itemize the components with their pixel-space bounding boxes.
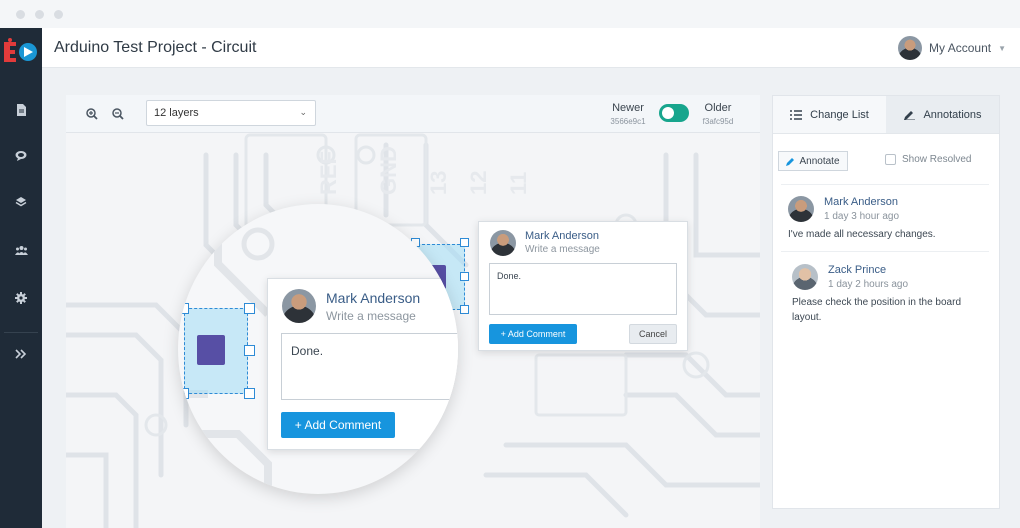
show-resolved-label: Show Resolved	[902, 154, 972, 165]
resize-handle[interactable]	[460, 238, 469, 247]
window-maximize-dot[interactable]	[54, 10, 63, 19]
newer-hash: 3566e9c1	[610, 117, 646, 126]
comment-author[interactable]: Zack Prince	[828, 264, 886, 276]
app-header: Arduino Test Project - Circuit My Accoun…	[42, 28, 1020, 68]
comment-item[interactable]: Zack Prince 1 day 2 hours ago Please che…	[792, 264, 992, 334]
comment-popup-large: Mark Anderson Write a message Done. + Ad…	[267, 278, 458, 450]
comment-text: I've made all necessary changes.	[788, 229, 936, 240]
older-hash: f3afc95d	[702, 117, 734, 126]
panel-tabs: Change List Annotations	[773, 96, 999, 134]
panel-divider	[781, 251, 989, 252]
show-resolved-checkbox[interactable]	[885, 154, 896, 165]
resize-handle[interactable]	[244, 303, 255, 314]
comment-popup-small: Mark Anderson Write a message Done. + Ad…	[478, 221, 688, 351]
add-comment-button[interactable]: + Add Comment	[281, 412, 395, 438]
list-icon	[790, 109, 803, 120]
chip-component-magnified[interactable]	[197, 335, 225, 365]
sidebar-divider	[4, 332, 38, 333]
newer-version[interactable]: Newer 3566e9c1	[606, 102, 650, 126]
tab-annotations[interactable]: Annotations	[886, 96, 999, 133]
tab-label: Annotations	[923, 108, 982, 121]
canvas-toolbar: 12 layers ⌄ Newer 3566e9c1 Older f3afc95…	[66, 95, 760, 133]
layers-select-value: 12 layers	[154, 107, 199, 119]
svg-text:11: 11	[506, 172, 531, 195]
popup-message-input[interactable]: Done.	[281, 333, 458, 400]
svg-text:12: 12	[466, 171, 491, 195]
zoom-out-icon[interactable]	[110, 106, 126, 122]
annotate-label: Annotate	[799, 155, 840, 167]
popup-author: Mark Anderson	[326, 290, 421, 306]
chevron-down-icon: ⌄	[299, 107, 307, 117]
window-minimize-dot[interactable]	[35, 10, 44, 19]
comment-item[interactable]: Mark Anderson 1 day 3 hour ago I've made…	[788, 196, 988, 246]
gear-icon[interactable]	[11, 288, 31, 308]
resize-handle[interactable]	[178, 303, 189, 314]
chevron-down-icon: ▼	[998, 43, 1006, 53]
comment-author[interactable]: Mark Anderson	[824, 196, 898, 208]
popup-avatar	[490, 230, 516, 256]
account-avatar	[898, 36, 923, 60]
annotate-button[interactable]: Annotate	[778, 151, 848, 171]
component-selection-large[interactable]	[184, 308, 248, 394]
comment-time: 1 day 3 hour ago	[824, 211, 900, 222]
toggle-knob	[662, 107, 674, 119]
zoom-in-icon[interactable]	[84, 106, 100, 122]
svg-text:13: 13	[426, 171, 451, 195]
document-icon[interactable]	[11, 100, 31, 120]
comment-avatar	[792, 264, 818, 290]
add-comment-button[interactable]: + Add Comment	[489, 324, 577, 344]
popup-message-input[interactable]: Done.	[489, 263, 677, 315]
show-resolved-toggle[interactable]: Show Resolved	[885, 154, 971, 165]
comment-time: 1 day 2 hours ago	[828, 279, 909, 290]
resize-handle[interactable]	[178, 388, 189, 399]
window-titlebar	[0, 0, 1020, 28]
annotations-panel: Change List Annotations Annotate Show Re…	[772, 95, 1000, 509]
tab-change-list[interactable]: Change List	[773, 96, 886, 133]
resize-handle[interactable]	[460, 272, 469, 281]
svg-text:REF: REF	[316, 151, 341, 195]
resize-handle[interactable]	[460, 305, 469, 314]
layers-icon[interactable]	[11, 192, 31, 212]
older-version[interactable]: Older f3afc95d	[696, 102, 740, 126]
pencil-icon	[786, 157, 795, 166]
account-label: My Account	[929, 41, 992, 55]
expand-icon[interactable]	[11, 344, 31, 364]
resize-handle[interactable]	[244, 388, 255, 399]
app-logo	[4, 38, 37, 62]
magnifier-lens: Mark Anderson Write a message Done. + Ad…	[178, 204, 458, 494]
pen-icon	[904, 111, 916, 120]
older-label: Older	[704, 102, 732, 114]
chat-icon[interactable]	[11, 146, 31, 166]
popup-author: Mark Anderson	[525, 230, 599, 242]
cancel-button[interactable]: Cancel	[629, 324, 677, 344]
comment-text: Please check the position in the board l…	[792, 297, 961, 323]
panel-divider	[781, 184, 989, 185]
newer-label: Newer	[612, 102, 644, 114]
popup-avatar	[282, 289, 316, 323]
account-menu[interactable]: My Account ▼	[898, 36, 1006, 60]
layers-select[interactable]: 12 layers ⌄	[146, 100, 316, 126]
page-title: Arduino Test Project - Circuit	[54, 39, 257, 56]
sidebar	[0, 28, 42, 528]
version-toggle[interactable]	[659, 104, 689, 122]
team-icon[interactable]	[11, 240, 31, 260]
window-close-dot[interactable]	[16, 10, 25, 19]
popup-placeholder: Write a message	[326, 309, 416, 323]
tab-label: Change List	[810, 108, 869, 121]
resize-handle[interactable]	[244, 345, 255, 356]
svg-text:GND: GND	[376, 146, 401, 195]
popup-placeholder: Write a message	[525, 244, 600, 255]
comment-avatar	[788, 196, 814, 222]
